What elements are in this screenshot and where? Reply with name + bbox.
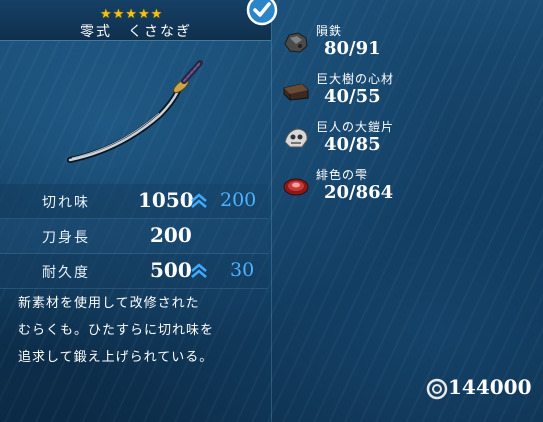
upgrade-screen: ★★★★★ 零式 くさなぎ 切れ味 1050 200 刀身長 200 耐久度 5… — [0, 0, 543, 422]
stat-row-durability: 耐久度 500 30 — [0, 254, 268, 289]
weapon-detail-panel: ★★★★★ 零式 くさなぎ 切れ味 1050 200 刀身長 200 耐久度 5… — [0, 0, 278, 422]
tree-heartwood-icon — [283, 83, 309, 101]
stat-row-sharpness: 切れ味 1050 200 — [0, 184, 268, 219]
material-item: 緋色の雫 20/864 — [282, 166, 532, 214]
katana-image — [67, 60, 203, 163]
material-count: 80/91 — [324, 38, 381, 59]
stat-row-blade-length: 刀身長 200 — [0, 219, 268, 254]
material-count: 20/864 — [324, 182, 394, 203]
material-item: 巨人の大鎧片 40/85 — [282, 118, 532, 166]
upgrade-arrow-icon — [191, 263, 207, 278]
stat-bonus: 200 — [220, 189, 257, 211]
material-name: 巨人の大鎧片 — [316, 120, 395, 134]
material-name: 隕鉄 — [316, 24, 343, 38]
description-line: むらくも。ひたすらに切れ味を — [18, 323, 215, 338]
stats-table: 切れ味 1050 200 刀身長 200 耐久度 500 30 — [0, 184, 268, 289]
stat-label: 耐久度 — [42, 265, 90, 281]
meteorite-ore-icon — [284, 32, 308, 53]
stat-bonus: 30 — [230, 259, 255, 281]
giant-armor-shard-icon — [284, 128, 308, 148]
weapon-title-bar: ★★★★★ 零式 くさなぎ — [0, 0, 271, 41]
weapon-description: 新素材を使用して改修された むらくも。ひたすらに切れ味を 追求して鍛え上げられて… — [18, 290, 258, 371]
material-name: 緋色の雫 — [316, 168, 369, 182]
money-value: 144000 — [448, 375, 532, 399]
description-line: 新素材を使用して改修された — [18, 296, 200, 311]
stat-value: 200 — [150, 223, 192, 247]
material-count: 40/55 — [324, 86, 381, 107]
description-line: 追求して鍛え上げられている。 — [18, 350, 214, 365]
coin-icon — [426, 378, 448, 400]
stat-label: 刀身長 — [42, 230, 90, 246]
material-name: 巨大樹の心材 — [316, 72, 395, 86]
rarity-stars: ★★★★★ — [100, 7, 164, 22]
check-icon[interactable] — [246, 0, 278, 26]
material-item: 巨大樹の心材 40/55 — [282, 70, 532, 118]
upgrade-arrow-icon — [191, 193, 207, 208]
weapon-name: 零式 くさなぎ — [80, 24, 192, 40]
scarlet-drop-icon — [283, 178, 309, 196]
stat-value: 500 — [150, 258, 192, 282]
material-list: 隕鉄 80/91 巨大樹の心材 40/55 巨人の大鎧片 40/85 緋色の雫 … — [282, 22, 532, 214]
material-count: 40/85 — [324, 134, 381, 155]
material-item: 隕鉄 80/91 — [282, 22, 532, 70]
stat-value: 1050 — [138, 188, 194, 212]
stat-label: 切れ味 — [42, 195, 90, 211]
